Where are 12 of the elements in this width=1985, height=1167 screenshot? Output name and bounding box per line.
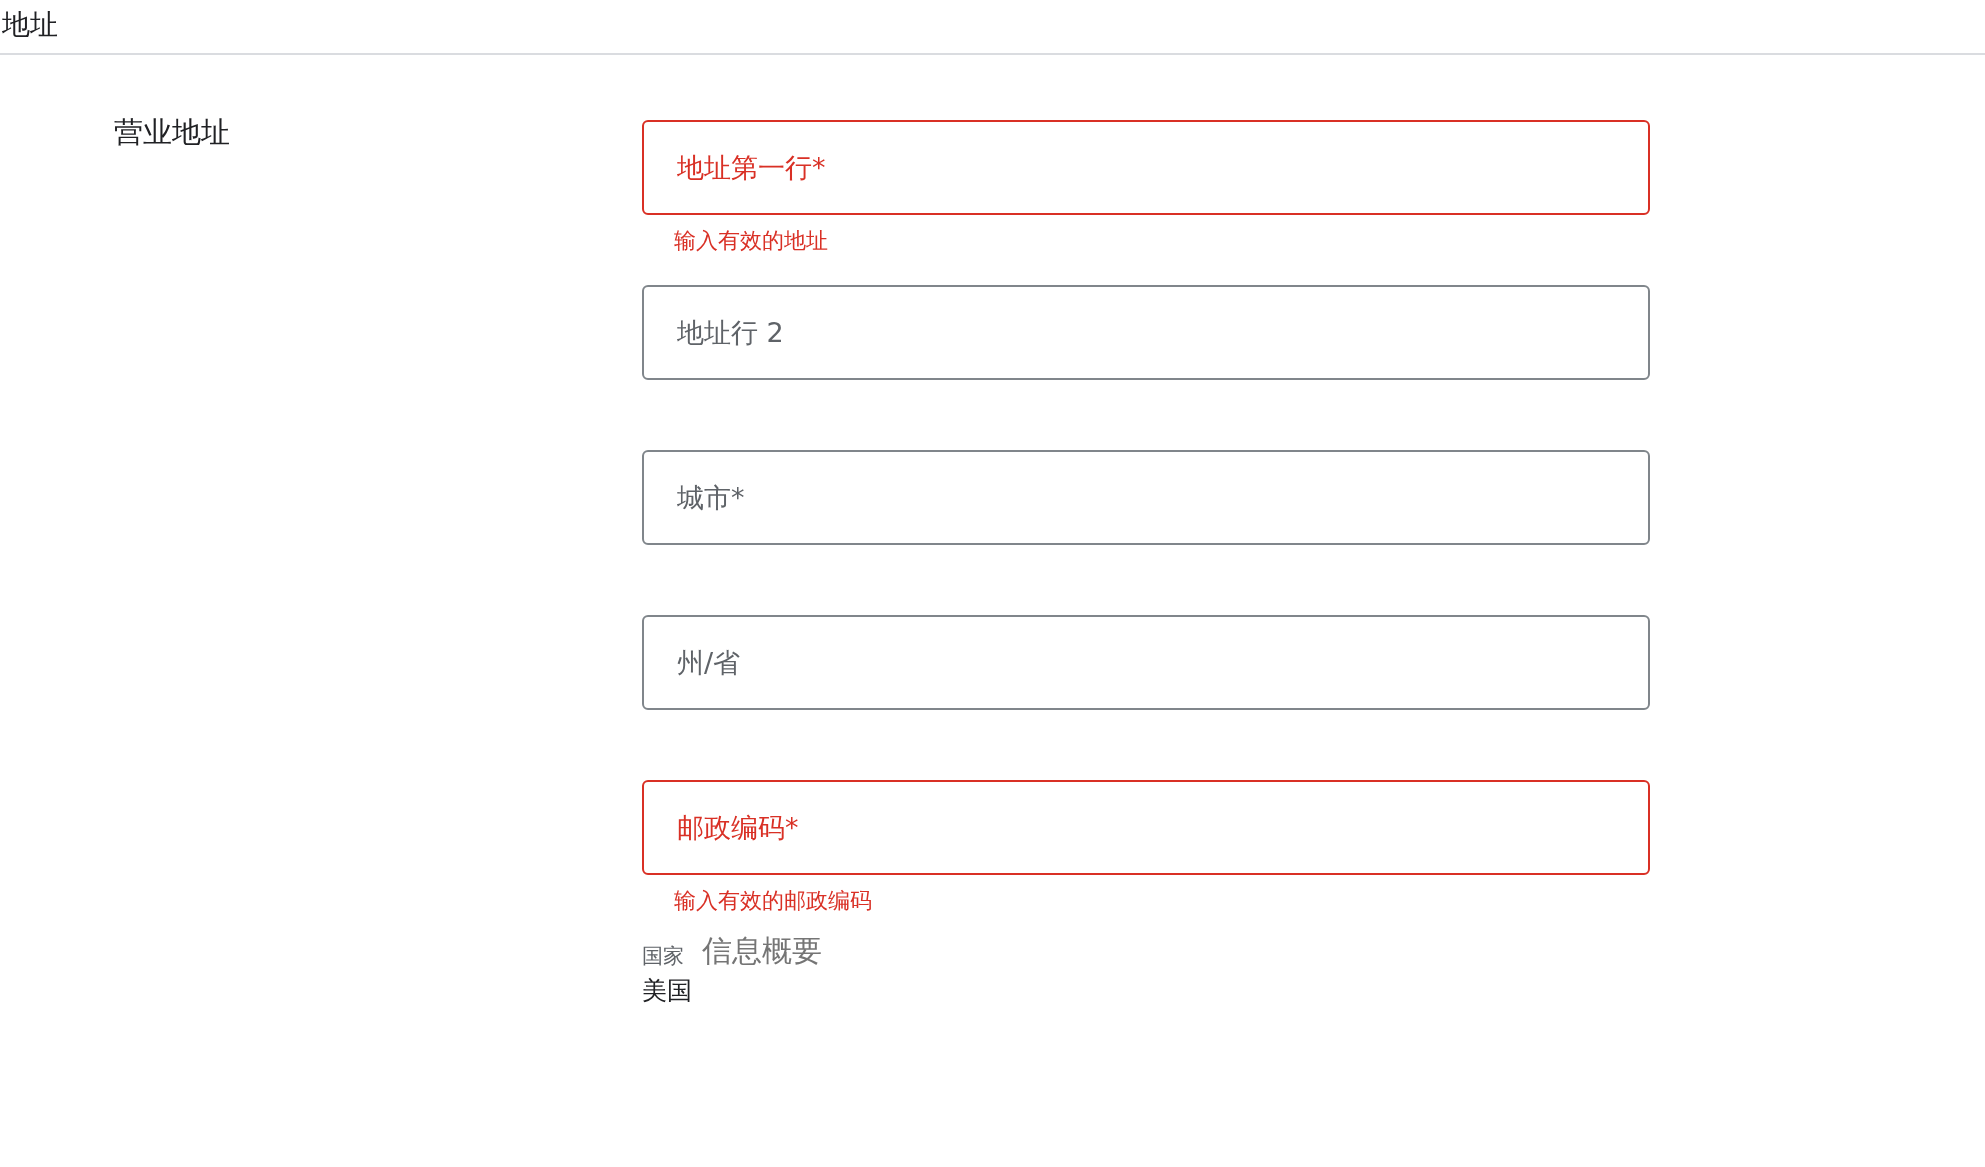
error-message: 输入有效的邮政编码 bbox=[674, 887, 872, 915]
error-message: 输入有效的地址 bbox=[674, 227, 828, 255]
page-title: 地址 bbox=[2, 8, 58, 42]
input-field[interactable]: 地址第一行* bbox=[642, 120, 1650, 215]
country-value: 美国 bbox=[642, 975, 692, 1007]
input-field[interactable]: 地址行 2 bbox=[642, 285, 1650, 380]
country-label: 国家 bbox=[642, 943, 684, 970]
input-field[interactable]: 邮政编码* bbox=[642, 780, 1650, 875]
summary-heading: 信息概要 bbox=[702, 932, 822, 970]
section-title: 营业地址 bbox=[114, 114, 230, 151]
input-field[interactable]: 州/省 bbox=[642, 615, 1650, 710]
input-field[interactable]: 城市* bbox=[642, 450, 1650, 545]
